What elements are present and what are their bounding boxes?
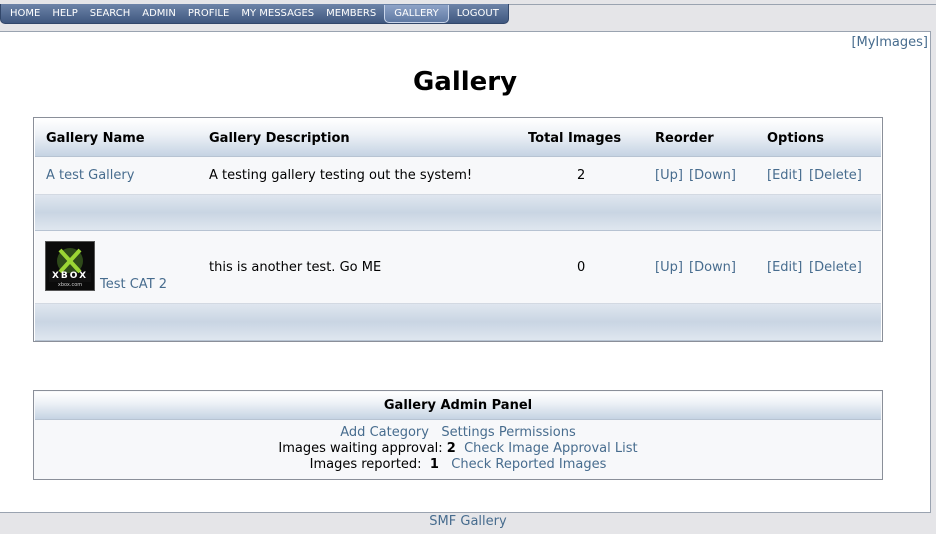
approval-row: Images waiting approval: 2 Check Image A… xyxy=(34,441,882,456)
gallery-name-link[interactable]: Test CAT 2 xyxy=(100,277,167,292)
footer: SMF Gallery xyxy=(0,514,936,529)
edit-link[interactable]: [Edit] xyxy=(767,168,802,183)
thumbnail-logo-text: XBOX xyxy=(51,271,89,281)
header-description: Gallery Description xyxy=(209,131,350,146)
thumbnail-caption: xbox.com xyxy=(57,282,83,288)
header-total-images: Total Images xyxy=(528,131,622,146)
main-content: [MyImages] Gallery Gallery Name Gallery … xyxy=(0,31,931,513)
move-down-link[interactable]: [Down] xyxy=(689,260,736,275)
admin-panel: Gallery Admin Panel Add Category Setting… xyxy=(33,390,883,480)
delete-link[interactable]: [Delete] xyxy=(809,260,862,275)
menu-profile[interactable]: PROFILE xyxy=(182,4,235,23)
header-reorder: Reorder xyxy=(655,131,714,146)
menu-gallery[interactable]: GALLERY xyxy=(384,4,449,23)
settings-link[interactable]: Settings xyxy=(441,425,494,440)
table-header: Gallery Name Gallery Description Total I… xyxy=(35,119,881,157)
reported-count: 1 xyxy=(429,457,439,472)
menu-members[interactable]: MEMBERS xyxy=(320,4,382,23)
menu-admin[interactable]: ADMIN xyxy=(136,4,182,23)
my-images-link[interactable]: [MyImages] xyxy=(851,35,928,50)
gallery-description: A testing gallery testing out the system… xyxy=(209,168,473,183)
move-up-link[interactable]: [Up] xyxy=(655,168,683,183)
delete-link[interactable]: [Delete] xyxy=(809,168,862,183)
table-row: A test Gallery A testing gallery testing… xyxy=(35,157,881,195)
page-title: Gallery xyxy=(412,67,518,97)
menu-logout[interactable]: LOGOUT xyxy=(451,4,505,23)
admin-panel-title: Gallery Admin Panel xyxy=(35,392,881,420)
total-images: 0 xyxy=(577,260,586,275)
header-gallery-name: Gallery Name xyxy=(46,131,145,146)
permissions-link[interactable]: Permissions xyxy=(499,425,576,440)
waiting-approval-count: 2 xyxy=(446,441,456,456)
menu-help[interactable]: HELP xyxy=(46,4,83,23)
menu-search[interactable]: SEARCH xyxy=(84,4,136,23)
approval-list-link[interactable]: Check Image Approval List xyxy=(464,441,638,456)
header-options: Options xyxy=(767,131,824,146)
category-divider xyxy=(35,304,881,341)
move-down-link[interactable]: [Down] xyxy=(689,168,736,183)
gallery-description: this is another test. Go ME xyxy=(209,260,382,275)
admin-links-row: Add Category Settings Permissions xyxy=(34,425,882,440)
move-up-link[interactable]: [Up] xyxy=(655,260,683,275)
smf-gallery-link[interactable]: SMF Gallery xyxy=(429,514,506,529)
category-divider xyxy=(35,195,881,231)
reported-images-link[interactable]: Check Reported Images xyxy=(451,457,606,472)
gallery-thumbnail[interactable]: XBOX xbox.com xyxy=(45,241,95,291)
edit-link[interactable]: [Edit] xyxy=(767,260,802,275)
reported-row: Images reported: 1 Check Reported Images xyxy=(34,457,882,472)
top-bar: HOME HELP SEARCH ADMIN PROFILE MY MESSAG… xyxy=(0,0,936,27)
top-divider xyxy=(490,4,936,5)
reported-label: Images reported: xyxy=(309,457,422,472)
table-row: XBOX xbox.com Test CAT 2 this is another… xyxy=(35,231,881,304)
add-category-link[interactable]: Add Category xyxy=(340,425,429,440)
waiting-approval-label: Images waiting approval: xyxy=(278,441,443,456)
menu-home[interactable]: HOME xyxy=(4,4,46,23)
main-menu: HOME HELP SEARCH ADMIN PROFILE MY MESSAG… xyxy=(0,4,509,24)
gallery-table: Gallery Name Gallery Description Total I… xyxy=(33,117,883,342)
gallery-name-link[interactable]: A test Gallery xyxy=(46,168,134,183)
menu-my-messages[interactable]: MY MESSAGES xyxy=(235,4,320,23)
total-images: 2 xyxy=(577,168,586,183)
